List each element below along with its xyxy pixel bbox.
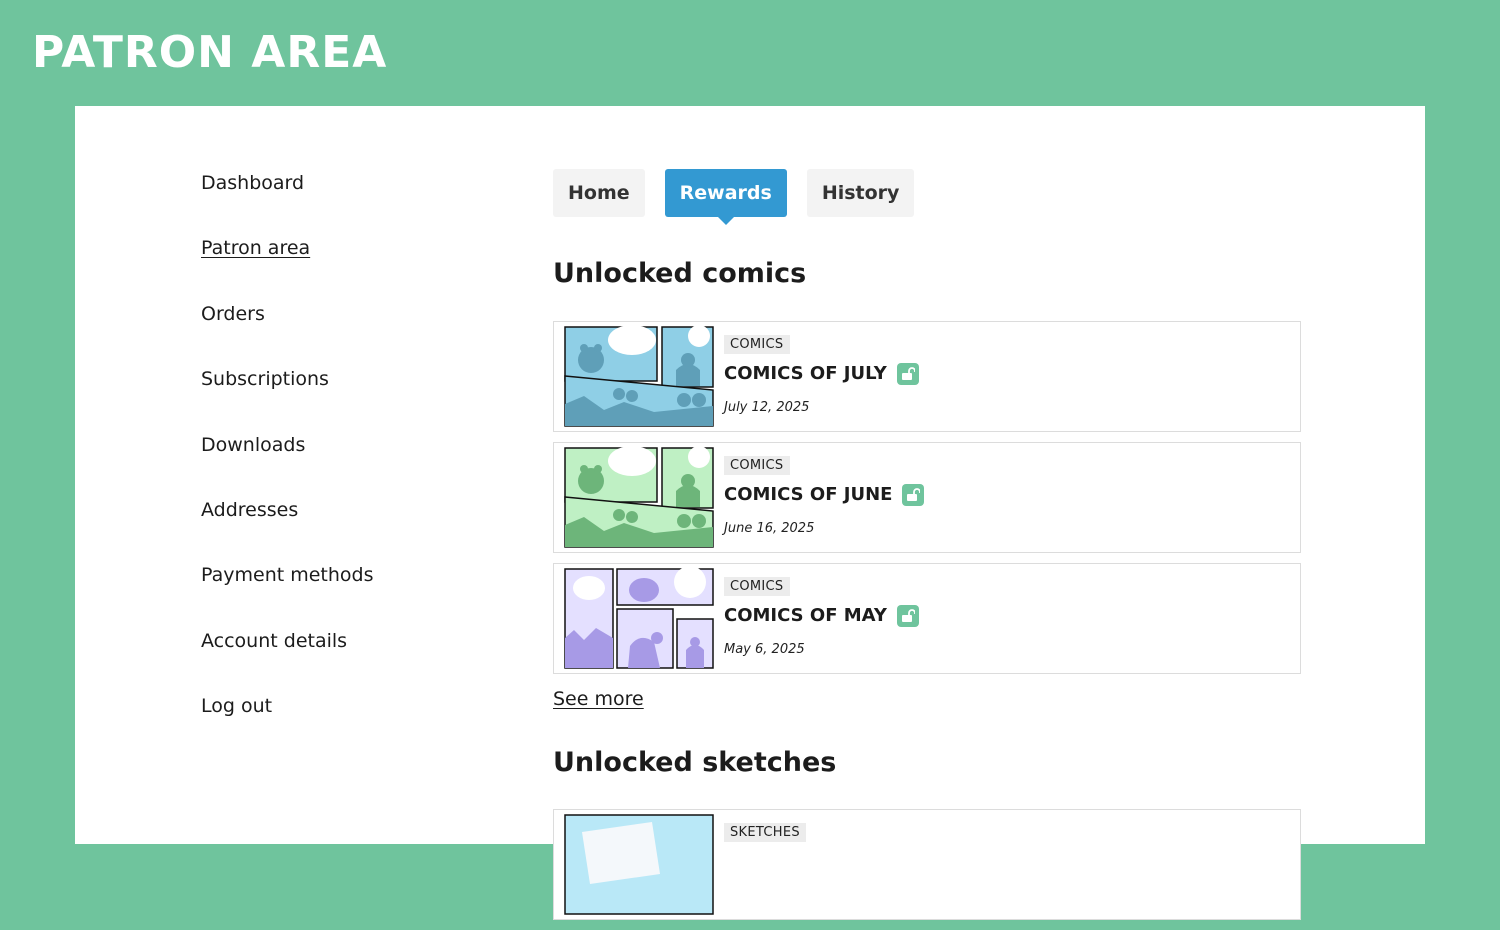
tab-history[interactable]: History — [806, 169, 915, 217]
nav-addresses[interactable]: Addresses — [201, 499, 374, 564]
comic-date: June 16, 2025 — [724, 521, 815, 536]
comics-list: COMICS COMICS OF JULY July 12, 2025 COMI… — [553, 321, 1301, 684]
category-badge[interactable]: COMICS — [724, 456, 790, 475]
comic-thumbnail[interactable] — [564, 447, 714, 548]
comic-info: COMICS COMICS OF MAY May 6, 2025 — [724, 575, 919, 657]
comic-date: July 12, 2025 — [724, 400, 810, 415]
unlocked-sketches-heading: Unlocked sketches — [553, 747, 837, 778]
sketch-item[interactable]: SKETCHES — [553, 809, 1301, 920]
site-title: Patron Area — [32, 27, 388, 78]
comic-title: COMICS OF JUNE — [724, 484, 925, 506]
comic-thumbnail[interactable] — [564, 326, 714, 427]
nav-dashboard[interactable]: Dashboard — [201, 172, 374, 237]
unlocked-icon — [896, 605, 919, 627]
comic-info: COMICS COMICS OF JULY July 12, 2025 — [724, 333, 919, 415]
comic-title-text[interactable]: COMICS OF JUNE — [724, 484, 892, 506]
comic-date: May 6, 2025 — [724, 642, 805, 657]
unlocked-icon — [896, 363, 919, 385]
category-badge[interactable]: COMICS — [724, 577, 790, 596]
nav-orders[interactable]: Orders — [201, 303, 374, 368]
comic-thumbnail[interactable] — [564, 568, 714, 669]
account-navigation: Dashboard Patron area Orders Subscriptio… — [201, 172, 374, 761]
category-badge[interactable]: SKETCHES — [724, 823, 806, 842]
unlocked-comics-heading: Unlocked comics — [553, 258, 807, 289]
category-badge[interactable]: COMICS — [724, 335, 790, 354]
comic-title-text[interactable]: COMICS OF JULY — [724, 363, 887, 385]
nav-payment-methods[interactable]: Payment methods — [201, 564, 374, 629]
unlocked-icon — [902, 484, 925, 506]
comic-title: COMICS OF MAY — [724, 605, 919, 627]
comic-item[interactable]: COMICS COMICS OF JULY July 12, 2025 — [553, 321, 1301, 432]
comic-item[interactable]: COMICS COMICS OF MAY May 6, 2025 — [553, 563, 1301, 674]
sketch-thumbnail[interactable] — [564, 814, 714, 915]
nav-subscriptions[interactable]: Subscriptions — [201, 368, 374, 433]
see-more-link[interactable]: See more — [553, 688, 644, 710]
main-content: Home Rewards History Unlocked comics COM… — [553, 169, 1301, 920]
comic-item[interactable]: COMICS COMICS OF JUNE June 16, 2025 — [553, 442, 1301, 553]
sketch-info: SKETCHES — [724, 821, 806, 842]
nav-account-details[interactable]: Account details — [201, 630, 374, 695]
tab-rewards[interactable]: Rewards — [664, 169, 787, 225]
comic-title-text[interactable]: COMICS OF MAY — [724, 605, 887, 627]
content-card: Dashboard Patron area Orders Subscriptio… — [75, 106, 1425, 920]
sketches-list: SKETCHES — [553, 809, 1301, 930]
nav-patron-area[interactable]: Patron area — [201, 237, 374, 302]
tab-bar: Home Rewards History — [553, 169, 1301, 225]
tab-home[interactable]: Home — [553, 169, 645, 217]
comic-info: COMICS COMICS OF JUNE June 16, 2025 — [724, 454, 925, 536]
nav-downloads[interactable]: Downloads — [201, 434, 374, 499]
nav-log-out[interactable]: Log out — [201, 695, 374, 760]
comic-title: COMICS OF JULY — [724, 363, 919, 385]
